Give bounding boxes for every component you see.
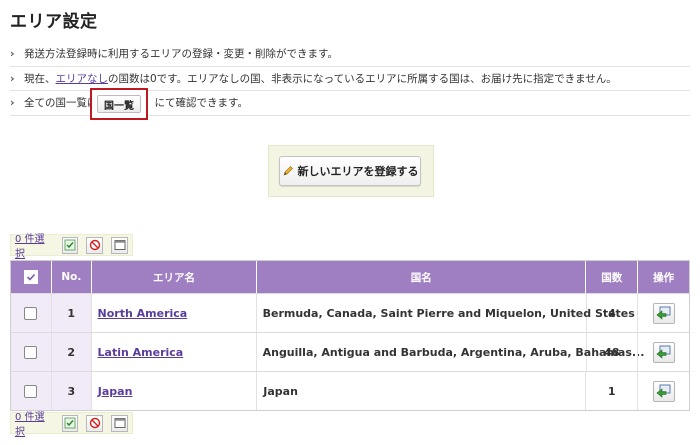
register-area-label: 新しいエリアを登録する (297, 165, 419, 178)
page-title: エリア設定 (10, 12, 98, 32)
table-row: 2 Latin America Anguilla, Antigua and Ba… (11, 332, 689, 371)
row-checkbox[interactable] (24, 306, 38, 320)
area-name-link[interactable]: North America (98, 307, 188, 320)
area-name-link[interactable]: Japan (98, 385, 133, 398)
check-all-icon (64, 417, 76, 429)
edit-arrow-icon (656, 306, 671, 320)
header-count: 国数 (586, 261, 639, 293)
edit-button[interactable] (652, 302, 675, 324)
header-countries: 国名 (257, 261, 587, 293)
chevron-right-icon: › (10, 47, 15, 61)
header-select-all[interactable] (11, 261, 52, 293)
select-all-checkbox[interactable] (23, 270, 38, 284)
row-checkbox[interactable] (24, 384, 38, 398)
area-name-link[interactable]: Latin America (98, 346, 184, 359)
note-text-3-prefix: 全ての国一覧は (24, 97, 98, 110)
row-no: 2 (51, 333, 92, 371)
check-all-button[interactable] (61, 414, 79, 432)
row-countries: Bermuda, Canada, Saint Pierre and Miquel… (257, 294, 635, 332)
row-no: 3 (51, 372, 92, 410)
table-header: No. エリア名 国名 国数 操作 (11, 261, 689, 293)
uncheck-all-button[interactable] (86, 236, 104, 254)
window-icon (114, 418, 126, 428)
country-list-highlight: 国一覧 (90, 88, 148, 120)
check-all-button[interactable] (61, 236, 79, 254)
register-panel: 新しいエリアを登録する (268, 145, 434, 197)
note-row-1: › 発送方法登録時に利用するエリアの登録・変更・削除ができます。 (10, 42, 690, 67)
toggle-window-button[interactable] (111, 236, 128, 254)
edit-button[interactable] (652, 341, 675, 363)
row-no: 1 (51, 294, 92, 332)
chevron-right-icon: › (10, 96, 15, 110)
header-operation: 操作 (653, 271, 675, 284)
toggle-window-button[interactable] (111, 414, 128, 432)
note-text-3-suffix: にて確認できます。 (154, 97, 248, 110)
chevron-right-icon: › (10, 71, 15, 85)
header-no: No. (52, 261, 92, 293)
table-row: 1 North America Bermuda, Canada, Saint P… (11, 293, 689, 332)
row-count: 1 (586, 372, 639, 410)
selection-toolbar-top: 0 件選択 (10, 234, 133, 260)
edit-button[interactable] (652, 380, 675, 402)
uncheck-all-icon (89, 417, 100, 429)
selected-count-link[interactable]: 0 件選択 (15, 408, 52, 438)
note-text-1: 発送方法登録時に利用するエリアの登録・変更・削除ができます。 (24, 48, 338, 61)
table-row: 3 Japan Japan 1 (11, 371, 689, 410)
selection-toolbar-bottom: 0 件選択 (10, 412, 133, 438)
row-count: 4 (587, 294, 639, 332)
note-text-2-suffix: の国数は0です。エリアなしの国、非表示になっているエリアに所属する国は、お届け先… (108, 72, 617, 85)
checkmark-icon (26, 273, 36, 281)
edit-arrow-icon (656, 345, 671, 359)
row-countries: Anguilla, Antigua and Barbuda, Argentina… (257, 333, 644, 371)
area-table: No. エリア名 国名 国数 操作 1 North America Bermud… (10, 260, 690, 411)
uncheck-all-button[interactable] (86, 414, 104, 432)
row-countries: Japan (257, 372, 587, 410)
country-list-button[interactable]: 国一覧 (97, 95, 141, 113)
note-text-2-prefix: 現在、 (24, 72, 56, 85)
edit-arrow-icon (656, 384, 671, 398)
pencil-icon (283, 166, 293, 176)
register-area-button[interactable]: 新しいエリアを登録する (279, 156, 421, 186)
selected-count-link[interactable]: 0 件選択 (15, 230, 52, 260)
check-all-icon (64, 239, 76, 251)
header-area-name: エリア名 (92, 261, 258, 293)
uncheck-all-icon (89, 239, 100, 251)
row-checkbox[interactable] (24, 345, 38, 359)
row-count: 48 (587, 333, 639, 371)
no-area-link[interactable]: エリアなし (56, 71, 109, 86)
window-icon (114, 240, 126, 250)
